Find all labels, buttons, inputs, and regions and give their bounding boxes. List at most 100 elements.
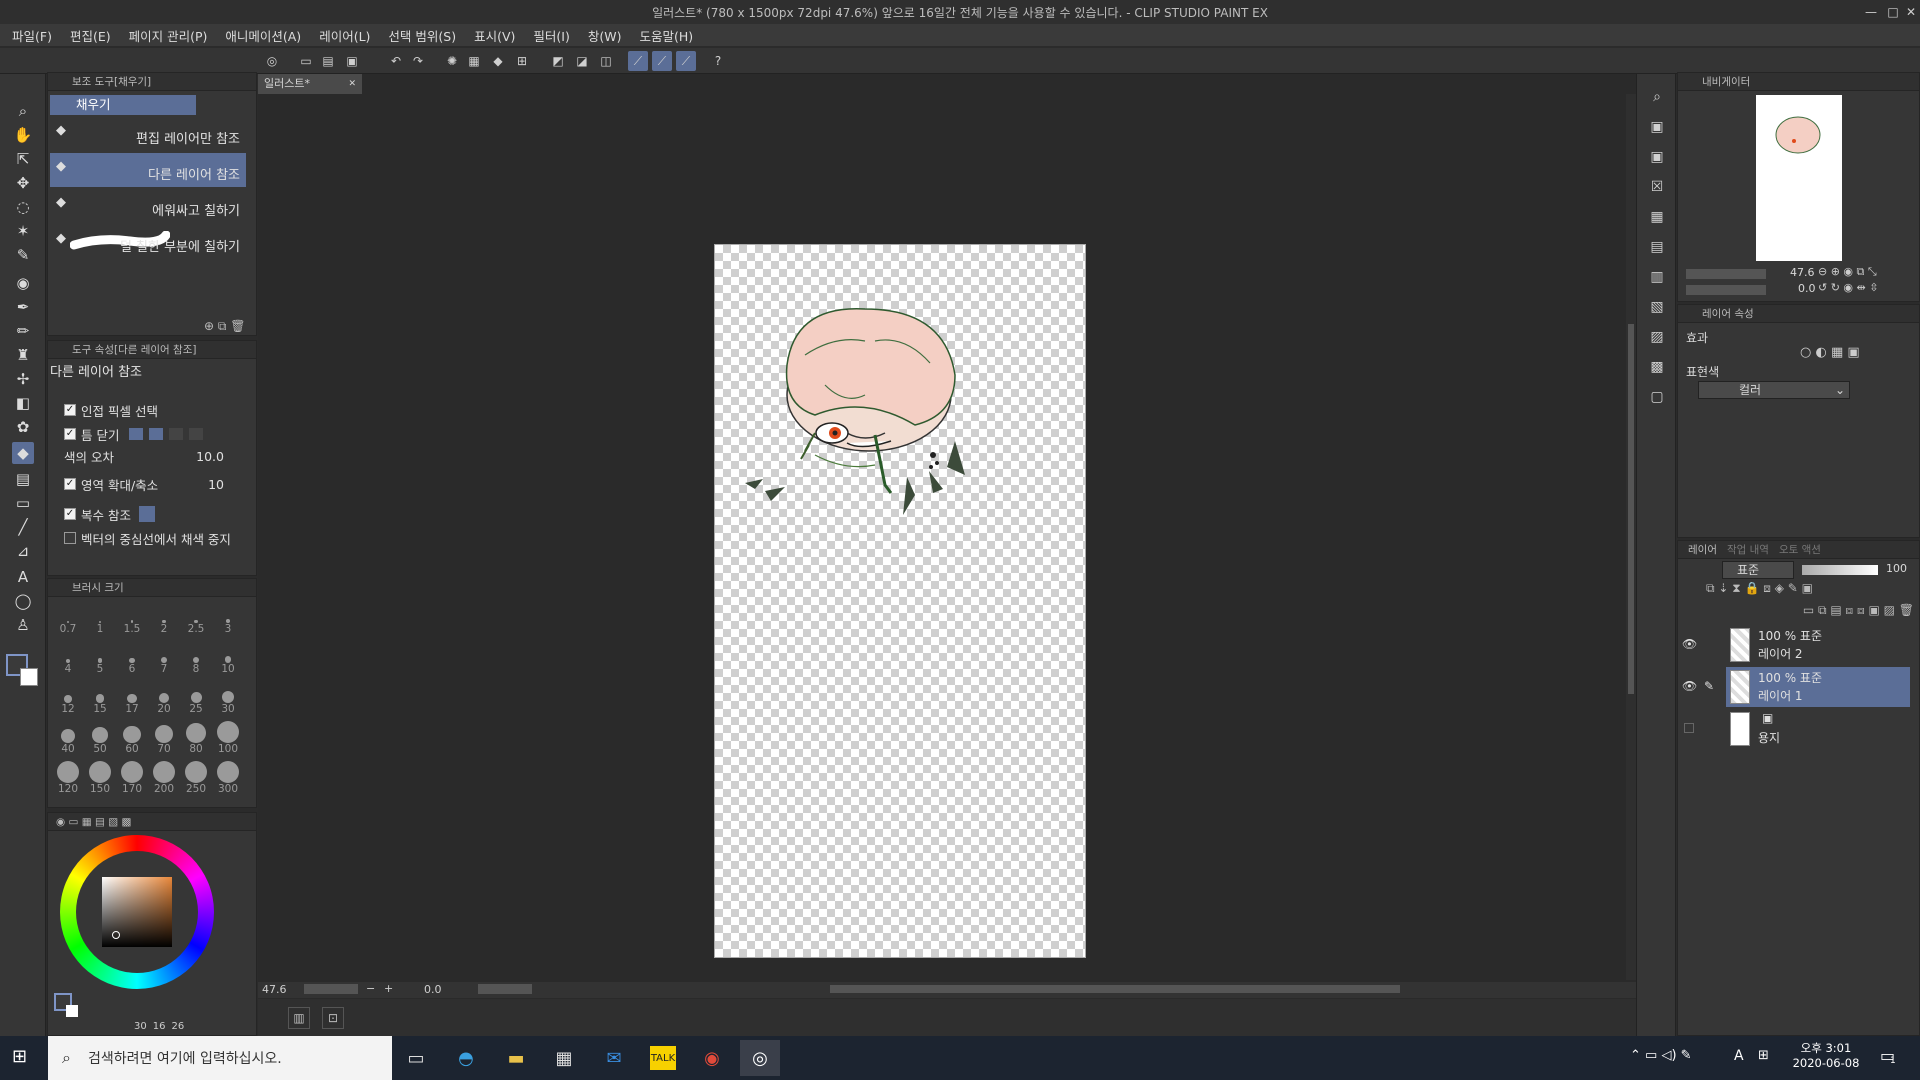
zoom-tool-icon[interactable]: ⌕ (12, 100, 34, 122)
brush-icon[interactable]: ♜ (12, 344, 34, 366)
brush-size-option[interactable]: 100 (212, 721, 244, 757)
material-icon[interactable]: ▦ (1645, 206, 1669, 228)
sub-tool-item[interactable]: ◆ 다른 레이어 참조 (50, 153, 246, 187)
document-tab[interactable]: 일러스트* ✕ (258, 74, 362, 94)
brush-size-option[interactable]: 70 (148, 721, 180, 757)
menu-animation[interactable]: 애니메이션(A) (225, 26, 301, 45)
brush-size-option[interactable]: 1 (84, 601, 116, 637)
brush-size-option[interactable]: 0.7 (52, 601, 84, 637)
fill-icon[interactable]: ◆ (488, 51, 508, 71)
property-row[interactable]: 벡터의 중심선에서 채색 중지 (64, 529, 231, 547)
close-button[interactable]: ✕ (1902, 0, 1920, 24)
ruler-icon[interactable]: ⊿ (12, 540, 34, 562)
invert-selection-icon[interactable]: ◪ (572, 51, 592, 71)
store-icon[interactable]: ▦ (544, 1040, 584, 1076)
material-icon[interactable]: ▨ (1645, 326, 1669, 348)
canvas-vertical-scrollbar[interactable] (1626, 94, 1636, 980)
menu-selection[interactable]: 선택 범위(S) (388, 26, 456, 45)
material-icon[interactable]: ▣ (1645, 116, 1669, 138)
close-material-icon[interactable]: ☒ (1645, 176, 1669, 198)
brush-size-option[interactable]: 6 (116, 641, 148, 677)
snap-grid-icon[interactable]: ⟋ (676, 51, 696, 71)
rotation-value[interactable]: 0.0 (424, 983, 442, 996)
clip-studio-icon[interactable]: ◎ (262, 51, 282, 71)
tab-history[interactable]: 작업 내역 (1727, 542, 1769, 557)
eye-icon[interactable]: 👁 (1682, 679, 1697, 693)
open-file-icon[interactable]: ▤ (318, 51, 338, 71)
sub-color-swatch[interactable] (66, 1005, 78, 1017)
brush-size-option[interactable]: 2 (148, 601, 180, 637)
material-icon[interactable]: ▤ (1645, 236, 1669, 258)
correct-line-icon[interactable]: ♙ (12, 614, 34, 636)
brush-size-option[interactable]: 12 (52, 681, 84, 717)
text-icon[interactable]: A (12, 566, 34, 588)
checkbox[interactable] (64, 532, 76, 544)
sub-tool-group-tab[interactable]: 채우기 (50, 95, 196, 115)
property-value[interactable]: 10.0 (196, 449, 224, 464)
brush-size-option[interactable]: 30 (212, 681, 244, 717)
color-panel-tabs[interactable]: ◉ ▭ ▦ ▤ ▧ ▩ (48, 813, 256, 831)
gap-level-1[interactable] (129, 428, 144, 440)
line-icon[interactable]: ╱ (12, 516, 34, 538)
clock[interactable]: 오후 3:01 2020-06-08 (1790, 1040, 1862, 1070)
menu-layer[interactable]: 레이어(L) (319, 26, 370, 45)
snap-special-ruler-icon[interactable]: ⟋ (652, 51, 672, 71)
color-picker-cursor[interactable] (112, 931, 120, 939)
brush-size-option[interactable]: 120 (52, 761, 84, 797)
brush-size-option[interactable]: 5 (84, 641, 116, 677)
undo-icon[interactable]: ↶ (386, 51, 406, 71)
menu-edit[interactable]: 편집(E) (70, 26, 111, 45)
checkbox[interactable]: ✓ (64, 478, 76, 490)
fill-tool-icon[interactable]: ◆ (12, 442, 34, 464)
color-wheel-icon[interactable]: ◉ (12, 272, 34, 294)
gap-level-2[interactable] (149, 428, 164, 440)
sub-tool-item[interactable]: ◆ 덜 칠한 부분에 칠하기 (50, 225, 246, 259)
brush-size-option[interactable]: 200 (148, 761, 180, 797)
material-icon[interactable]: ▩ (1645, 356, 1669, 378)
brush-size-option[interactable]: 170 (116, 761, 148, 797)
material-icon[interactable]: ▢ (1645, 386, 1669, 408)
tab-auto-action[interactable]: 오토 액션 (1779, 542, 1821, 557)
layer-row[interactable]: 👁 100 % 표준 레이어 2 (1678, 625, 1910, 665)
property-row[interactable]: ✓ 영역 확대/축소 10 (64, 475, 224, 493)
kakaotalk-icon[interactable]: TALK (650, 1046, 676, 1070)
save-icon[interactable]: ▣ (342, 51, 362, 71)
snap-ruler-icon[interactable]: ⟋ (628, 51, 648, 71)
balloon-icon[interactable]: ◯ (12, 590, 34, 612)
taskbar-search[interactable]: ⌕ 검색하려면 여기에 입력하십시오. (48, 1036, 392, 1080)
property-value[interactable]: 10 (208, 477, 224, 492)
figure-icon[interactable]: ▭ (12, 492, 34, 514)
brush-size-option[interactable]: 300 (212, 761, 244, 797)
help-icon[interactable]: ? (708, 51, 728, 71)
navigator-rotate-slider[interactable] (1686, 285, 1766, 295)
property-row[interactable]: 색의 오차 10.0 (64, 447, 224, 465)
sub-tool-item[interactable]: ◆ 편집 레이어만 참조 (50, 117, 246, 151)
menu-view[interactable]: 표시(V) (474, 26, 515, 45)
blend-icon[interactable]: ✿ (12, 416, 34, 438)
property-row[interactable]: ✓ 틈 닫기 (64, 425, 204, 443)
show-selection-icon[interactable]: ◫ (596, 51, 616, 71)
brush-size-option[interactable]: 20 (148, 681, 180, 717)
brush-size-option[interactable]: 10 (212, 641, 244, 677)
move-layer-icon[interactable]: ✥ (12, 172, 34, 194)
material-icon[interactable]: ▧ (1645, 296, 1669, 318)
system-tray-icons[interactable]: ⌃ ▭ ◁) ✎ (1630, 1048, 1692, 1063)
brush-size-option[interactable]: 40 (52, 721, 84, 757)
brush-size-option[interactable]: 8 (180, 641, 212, 677)
brush-size-option[interactable]: 250 (180, 761, 212, 797)
zoom-in-icon[interactable]: + (384, 982, 393, 995)
selection-off-icon[interactable]: ◩ (548, 51, 568, 71)
gap-level-4[interactable] (189, 428, 204, 440)
sub-color-swatch[interactable] (20, 668, 38, 686)
navigator-rotate-controls[interactable]: ↺ ↻ ◉ ⇹ ⇳ (1818, 281, 1878, 294)
windows-start-icon[interactable]: ⊞ (12, 1046, 27, 1067)
navigator-angle-value[interactable]: 0.0 (1798, 282, 1816, 295)
layer-row[interactable]: 👁 ✎ 100 % 표준 레이어 1 (1678, 667, 1910, 707)
layer-row[interactable]: ▣ 용지 (1678, 709, 1910, 749)
tab-layer[interactable]: 레이어 (1688, 542, 1717, 557)
zoom-slider[interactable] (304, 984, 358, 994)
canvas-paper[interactable] (714, 244, 1086, 958)
gradient-icon[interactable]: ▤ (12, 468, 34, 490)
hand-tool-icon[interactable]: ✋ (12, 124, 34, 146)
eye-icon[interactable]: 👁 (1682, 637, 1697, 651)
